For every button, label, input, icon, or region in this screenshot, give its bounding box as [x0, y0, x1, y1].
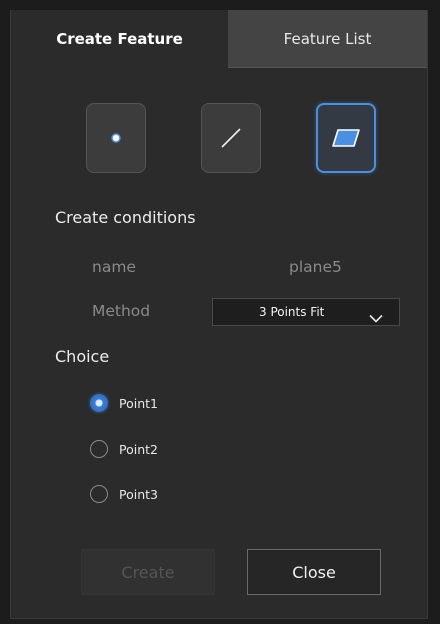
name-value: plane5 — [289, 258, 342, 276]
name-label: name — [92, 258, 136, 276]
point-icon — [109, 131, 123, 145]
radio-unselected-icon — [90, 485, 108, 503]
choice-option-point3[interactable]: Point3 — [90, 485, 158, 503]
point-feature-button[interactable] — [86, 103, 146, 173]
plane-feature-button[interactable] — [316, 103, 376, 173]
plane-icon — [331, 128, 361, 148]
method-select-value: 3 Points Fit — [259, 305, 325, 319]
create-button[interactable]: Create — [81, 549, 215, 595]
line-icon — [217, 124, 245, 152]
choice-heading: Choice — [55, 347, 110, 366]
tab-create-feature[interactable]: Create Feature — [11, 10, 228, 68]
choice-option-label: Point3 — [119, 486, 158, 502]
tab-bar: Create Feature Feature List — [11, 10, 427, 68]
method-label: Method — [92, 302, 151, 320]
create-conditions-heading: Create conditions — [55, 208, 196, 227]
radio-selected-icon — [90, 394, 108, 412]
choice-option-point1[interactable]: Point1 — [90, 394, 158, 412]
line-feature-button[interactable] — [201, 103, 261, 173]
chevron-down-icon — [369, 308, 383, 327]
choice-option-point2[interactable]: Point2 — [90, 440, 158, 458]
tab-create-feature-label: Create Feature — [56, 30, 183, 48]
create-feature-panel: Create Feature Feature List Create condi… — [10, 10, 428, 619]
choice-option-label: Point2 — [119, 441, 158, 457]
close-button[interactable]: Close — [247, 549, 381, 595]
choice-option-label: Point1 — [119, 395, 158, 411]
tab-feature-list-label: Feature List — [283, 29, 372, 48]
radio-unselected-icon — [90, 440, 108, 458]
tab-feature-list[interactable]: Feature List — [228, 10, 427, 68]
method-select[interactable]: 3 Points Fit — [212, 298, 400, 326]
